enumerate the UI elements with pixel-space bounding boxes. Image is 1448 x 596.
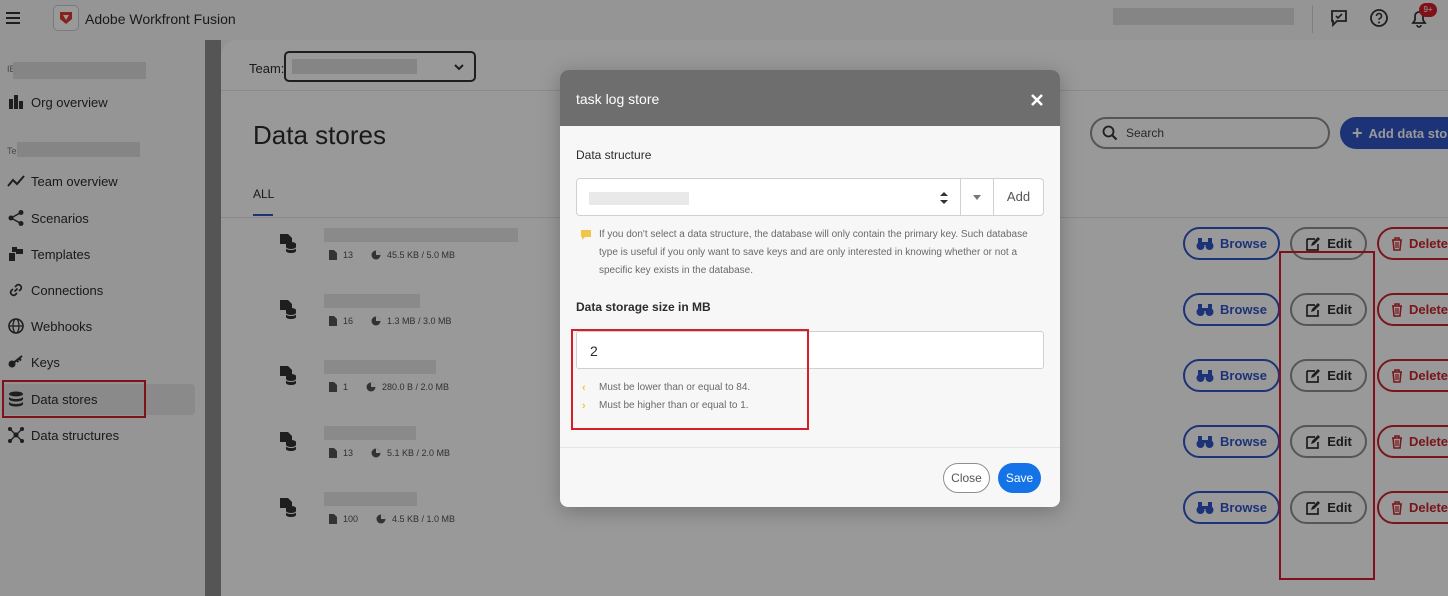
close-button[interactable]: Close	[943, 463, 990, 493]
storage-annotation-box	[571, 329, 809, 430]
add-data-structure-button[interactable]: Add	[993, 178, 1044, 216]
caret-down-icon	[973, 195, 981, 200]
dialog-title: task log store	[576, 91, 660, 107]
dialog-footer-divider	[560, 447, 1060, 448]
data-structure-dropdown-toggle[interactable]	[960, 178, 994, 216]
dialog-header: task log store	[560, 70, 1060, 126]
data-store-dialog: task log store Data structure Add If you…	[560, 70, 1060, 507]
hint-comment-icon	[581, 230, 591, 240]
storage-size-label: Data storage size in MB	[576, 300, 711, 314]
data-structure-label: Data structure	[576, 148, 652, 162]
data-structure-select[interactable]	[576, 178, 961, 216]
save-button[interactable]: Save	[998, 463, 1041, 493]
sort-arrows-icon	[940, 192, 948, 204]
data-structure-hint: If you don't select a data structure, th…	[599, 229, 1028, 276]
close-icon[interactable]	[1030, 93, 1044, 107]
data-structure-value-redacted	[589, 192, 689, 205]
